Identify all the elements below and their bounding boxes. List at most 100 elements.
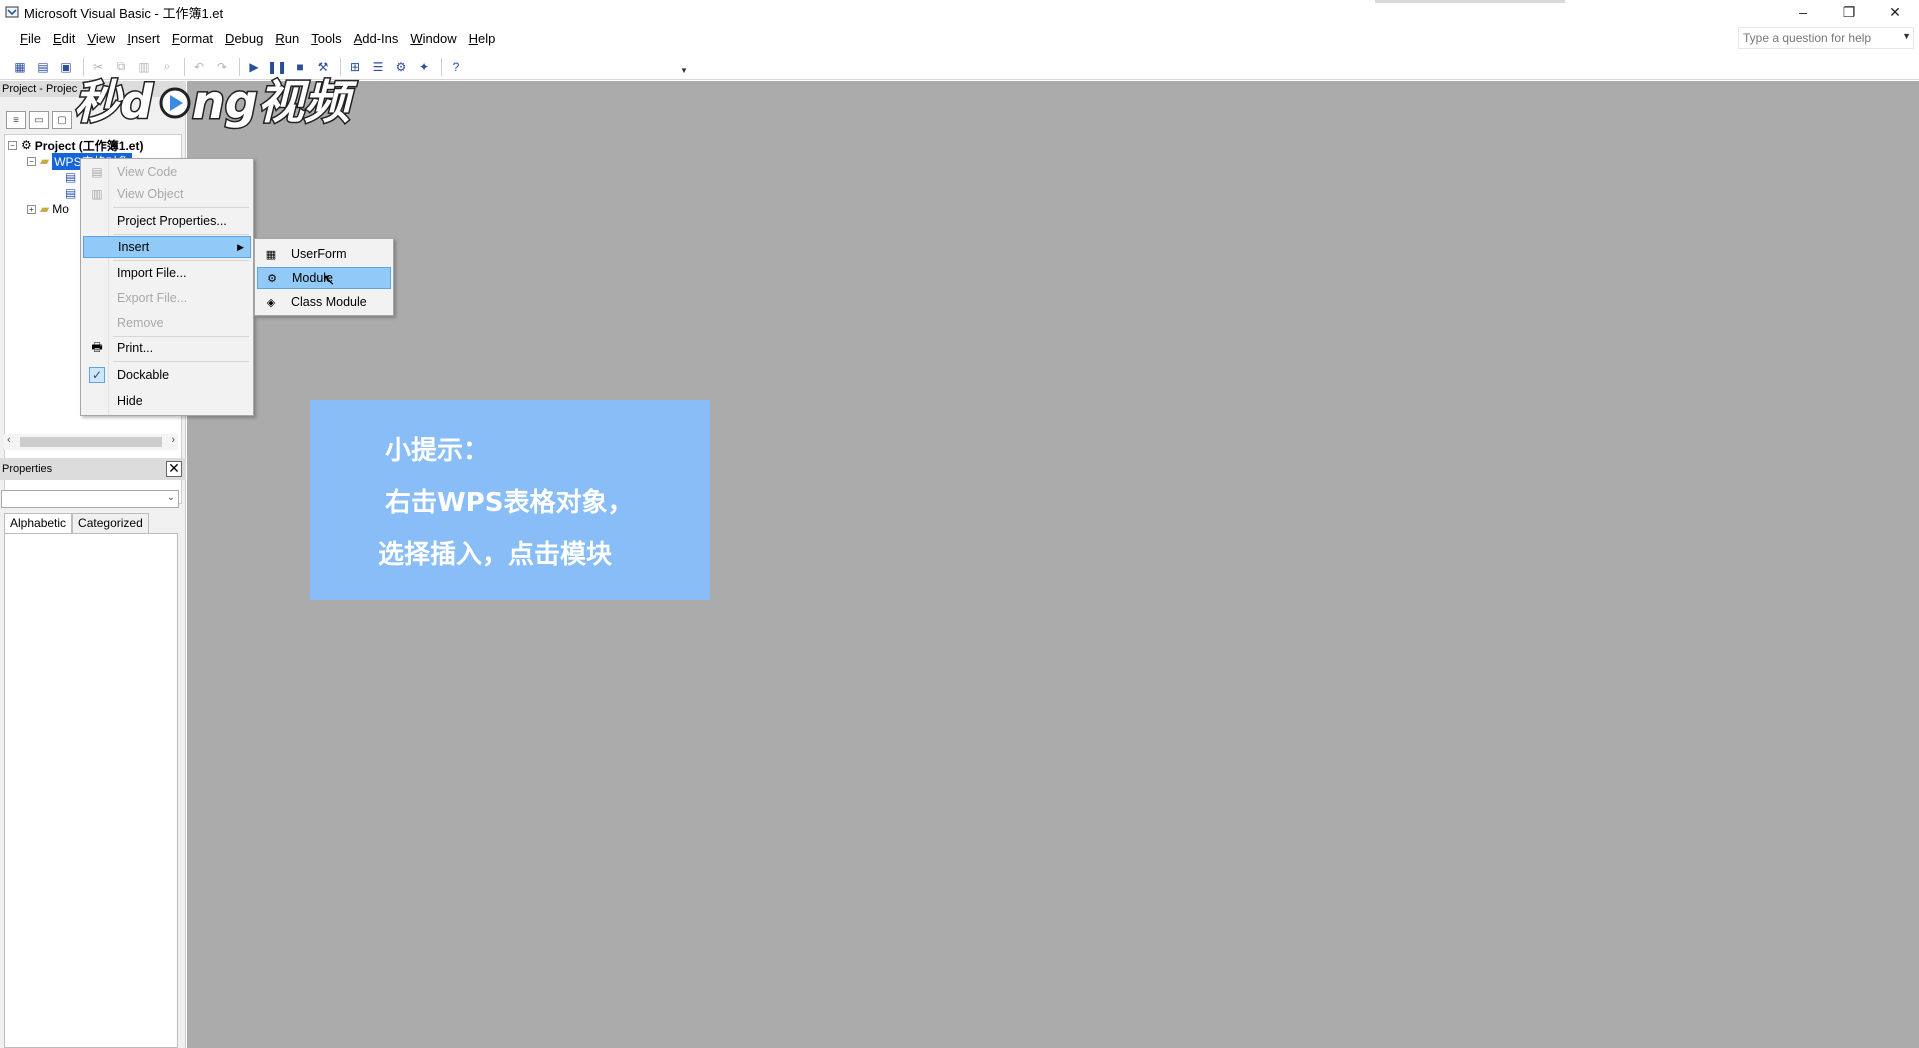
menu-item-import-file[interactable]: Import File... [83, 262, 251, 284]
minimize-button[interactable]: – [1780, 0, 1826, 24]
scroll-left-icon[interactable]: ‹ [7, 434, 11, 446]
tree-root-row[interactable]: − ⚙ Project (工作簿1.et) [8, 137, 143, 153]
close-button[interactable]: ✕ [1872, 0, 1918, 24]
tree-modules-row[interactable]: + ▰ Mo [27, 201, 69, 217]
menu-item-view-object[interactable]: ▥ View Object [83, 183, 251, 205]
menu-separator [113, 207, 249, 208]
menu-run[interactable]: Run [269, 31, 305, 46]
tip-line-3: 选择插入，点击模块 [378, 540, 613, 570]
menu-edit[interactable]: Edit [47, 31, 81, 46]
insert-object-icon[interactable]: ▤ [33, 57, 53, 77]
view-object-icon[interactable]: ▭ [29, 111, 49, 129]
tip-line-1: 小提示： [385, 436, 490, 466]
menu-view[interactable]: View [81, 31, 121, 46]
tip-overlay: 小提示： 右击WPS表格对象， 选择插入，点击模块 [310, 400, 710, 600]
module-icon: ⚙ [267, 272, 277, 285]
workbook-icon: ▤ [65, 186, 77, 200]
expand-icon[interactable]: + [27, 204, 36, 214]
scroll-thumb[interactable] [20, 437, 162, 447]
properties-header: Properties ✕ [0, 458, 186, 480]
close-icon[interactable]: ✕ [166, 461, 182, 477]
submenu-item-class-module[interactable]: ◈ Class Module [257, 291, 391, 313]
menu-separator [113, 260, 249, 261]
svg-text:ng视频: ng视频 [192, 75, 358, 129]
menu-item-export-file[interactable]: Export File... [83, 287, 251, 309]
title-shadow [1375, 0, 1565, 3]
tree-workbook-row[interactable]: ▤ [65, 185, 76, 201]
view-code-icon[interactable]: ≡ [6, 111, 26, 129]
menu-insert[interactable]: Insert [121, 31, 166, 46]
code-icon: ▤ [91, 165, 103, 179]
printer-icon: 🖶 [91, 339, 103, 354]
restore-button[interactable]: ❐ [1826, 0, 1872, 24]
submenu-item-label: Class Module [291, 295, 367, 309]
menu-separator [113, 361, 249, 362]
menu-item-label: Hide [117, 394, 143, 408]
tip-line-2: 右击WPS表格对象， [385, 488, 634, 518]
toolbox-icon[interactable]: ✦ [414, 57, 434, 77]
menu-add-ins[interactable]: Add-Ins [348, 31, 405, 46]
menu-item-print[interactable]: 🖶 Print... [83, 337, 251, 359]
menu-file[interactable]: File [14, 31, 47, 46]
tree-modules-label: Mo [52, 202, 69, 216]
menu-window[interactable]: Window [404, 31, 462, 46]
menu-item-label: View Object [117, 187, 184, 201]
menu-tools[interactable]: Tools [305, 31, 347, 46]
menu-item-label: Remove [117, 316, 164, 330]
tab-alphabetic[interactable]: Alphabetic [4, 513, 73, 533]
tab-categorized[interactable]: Categorized [72, 513, 149, 533]
object-browser-icon[interactable]: ⚙ [391, 57, 411, 77]
tree-sheet-row[interactable]: ▤ [65, 169, 76, 185]
help-search-placeholder: Type a question for help [1743, 31, 1872, 45]
tree-horizontal-scrollbar[interactable]: ‹ › [4, 434, 178, 450]
menu-item-label: Project Properties... [117, 214, 227, 228]
menu-item-project-properties[interactable]: Project Properties... [83, 210, 251, 232]
menu-item-label: Print... [117, 341, 154, 355]
sheet-icon: ▤ [65, 170, 77, 184]
help-icon[interactable]: ? [446, 57, 466, 77]
project-context-menu: ▤ View Code ▥ View Object Project Proper… [80, 158, 254, 416]
folder-icon: ▰ [40, 154, 50, 168]
menu-item-label: Export File... [117, 291, 188, 305]
folder-icon: ▰ [40, 202, 50, 216]
properties-tabs: Alphabetic Categorized [4, 513, 149, 533]
scroll-right-icon[interactable]: › [171, 434, 175, 446]
toolbar-overflow-icon[interactable]: ▼ [680, 66, 688, 75]
userform-icon: ▦ [265, 248, 277, 261]
view-object-icon[interactable]: ▦ [10, 57, 30, 77]
properties-grid[interactable] [4, 533, 178, 1048]
class-module-icon: ◈ [266, 296, 276, 309]
menu-item-label: Dockable [117, 368, 170, 382]
submenu-arrow-icon: ▶ [237, 241, 244, 252]
menu-item-label: Insert [118, 240, 150, 254]
menu-item-remove[interactable]: Remove [83, 312, 251, 334]
svg-text:秒d: 秒d [74, 75, 154, 129]
help-search-input[interactable]: Type a question for help ▼ [1738, 27, 1914, 49]
submenu-item-label: UserForm [291, 247, 347, 261]
menu-item-hide[interactable]: Hide [83, 390, 251, 412]
menu-item-insert[interactable]: Insert ▶ [83, 236, 251, 258]
check-icon: ✓ [89, 367, 105, 383]
properties-title: Properties [2, 463, 53, 475]
menu-bar: File Edit View Insert Format Debug Run T… [0, 26, 1919, 50]
toggle-folders-icon[interactable]: ▢ [52, 111, 72, 129]
object-icon: ▥ [91, 187, 103, 201]
collapse-icon[interactable]: − [27, 156, 36, 166]
collapse-icon[interactable]: − [8, 140, 17, 150]
properties-window-icon[interactable]: ☰ [368, 57, 388, 77]
vba-app-icon [4, 4, 20, 20]
mouse-cursor-icon: ↖ [322, 272, 336, 289]
menu-item-label: Import File... [117, 266, 187, 280]
menu-help[interactable]: Help [463, 31, 502, 46]
toolbar-separator [441, 57, 442, 76]
chevron-down-icon[interactable]: ⌄ [167, 492, 175, 503]
menu-item-dockable[interactable]: ✓ Dockable [83, 364, 251, 386]
properties-object-select[interactable]: ⌄ [1, 490, 179, 508]
chevron-down-icon[interactable]: ▼ [1902, 31, 1911, 41]
menu-format[interactable]: Format [166, 31, 219, 46]
submenu-item-userform[interactable]: ▦ UserForm [257, 243, 391, 265]
tree-root-label: Project (工作簿1.et) [34, 138, 144, 153]
title-bar: Microsoft Visual Basic - 工作簿1.et – ❐ ✕ [0, 0, 1919, 24]
menu-item-view-code[interactable]: ▤ View Code [83, 161, 251, 183]
menu-debug[interactable]: Debug [219, 31, 269, 46]
